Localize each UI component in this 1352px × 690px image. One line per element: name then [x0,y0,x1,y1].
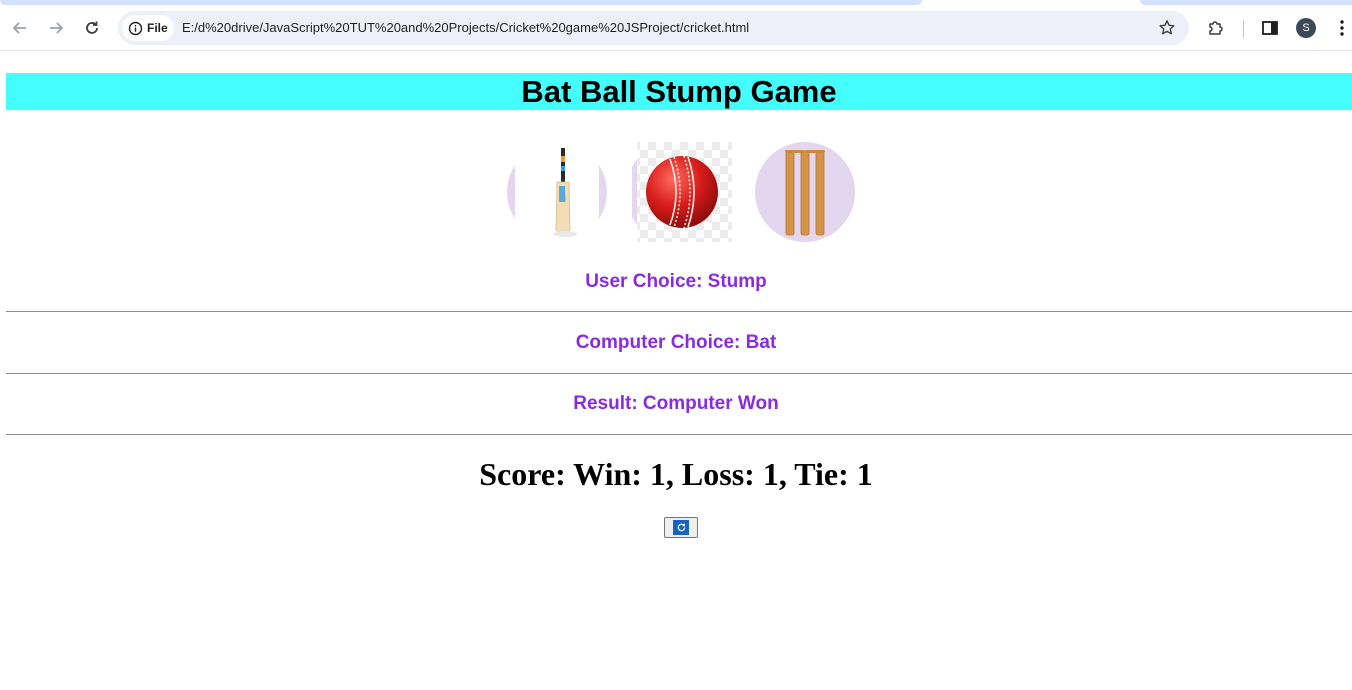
result-text: Result: Computer Won [573,393,779,414]
page-title: Bat Ball Stump Game [521,73,837,109]
info-icon [128,21,143,36]
url-text[interactable]: E:/d%20drive/JavaScript%20TUT%20and%20Pr… [182,20,749,35]
active-tab[interactable] [0,0,922,5]
user-choice-text: User Choice: Stump [585,271,767,292]
bat-button[interactable] [507,142,607,242]
divider-line [6,373,1352,374]
site-info-chip[interactable]: File [122,15,174,41]
computer-choice-text: Computer Choice: Bat [575,332,777,353]
title-banner: Bat Ball Stump Game [6,73,1352,110]
forward-arrow-icon [50,22,64,34]
address-bar[interactable]: File E:/d%20drive/JavaScript%20TUT%20and… [118,11,1189,45]
extensions-puzzle-icon[interactable] [1206,18,1226,40]
inactive-tab[interactable] [1140,0,1352,5]
ball-icon [632,142,732,242]
bookmark-star-icon[interactable] [1157,18,1177,38]
toolbar-divider [1243,20,1244,38]
back-arrow-icon [12,22,26,34]
page-body: Bat Ball Stump Game User Choice: Stump C… [0,52,1352,690]
browser-toolbar: File E:/d%20drive/JavaScript%20TUT%20and… [0,6,1352,51]
reset-button[interactable] [664,517,698,538]
choice-buttons [507,142,857,242]
divider-line [6,311,1352,312]
bat-icon [507,142,607,242]
back-button[interactable] [6,13,34,43]
ball-button[interactable] [632,142,732,242]
divider-line [6,434,1352,435]
profile-avatar[interactable]: S [1296,18,1316,38]
forward-button[interactable] [42,13,70,43]
side-panel-icon[interactable] [1260,18,1280,40]
refresh-icon [673,520,689,535]
reload-button[interactable] [78,13,106,43]
reload-icon [86,21,98,34]
more-menu-icon[interactable] [1334,18,1350,40]
stump-button[interactable] [755,142,855,242]
stump-icon [755,142,855,242]
chip-label: File [147,21,168,35]
score-heading: Score: Win: 1, Loss: 1, Tie: 1 [479,456,873,492]
